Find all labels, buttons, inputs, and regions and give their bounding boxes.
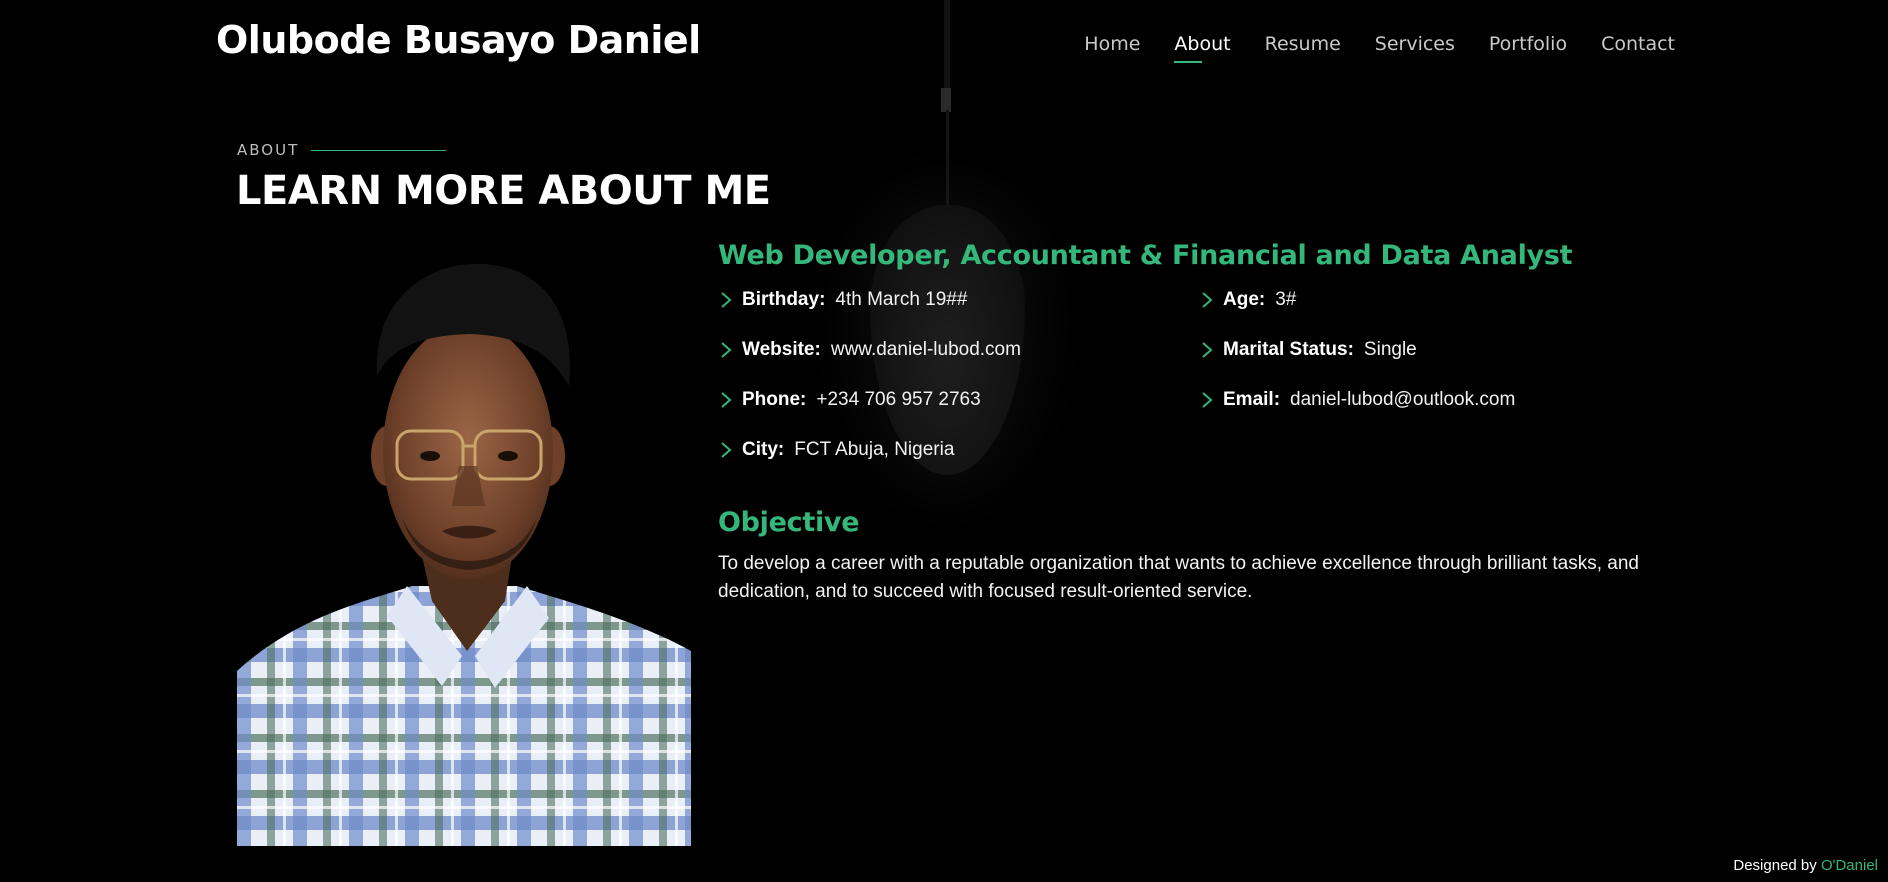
- bulb-cap-decoration: [941, 88, 951, 112]
- section-label: ABOUT: [237, 141, 447, 159]
- about-content: Web Developer, Accountant & Financial an…: [718, 240, 1678, 606]
- info-value: +234 706 957 2763: [816, 389, 981, 410]
- section-label-divider: [311, 149, 447, 151]
- info-label: Birthday:: [742, 289, 826, 310]
- info-value: FCT Abuja, Nigeria: [794, 439, 955, 460]
- chevron-right-icon: [721, 392, 732, 408]
- section-title: LEARN MORE ABOUT ME: [236, 168, 771, 214]
- role-heading: Web Developer, Accountant & Financial an…: [718, 240, 1573, 271]
- profile-photo: [237, 256, 691, 846]
- chevron-right-icon: [721, 342, 732, 358]
- info-label: Age:: [1223, 289, 1266, 310]
- info-label: Marital Status:: [1223, 339, 1354, 360]
- objective-heading: Objective: [718, 507, 860, 538]
- nav-about[interactable]: About: [1174, 33, 1231, 63]
- info-grid: Birthday: 4th March 19## Age: 3# Website…: [718, 287, 1678, 463]
- main-nav: Home About Resume Services Portfolio Con…: [1084, 33, 1675, 63]
- bulb-cord-decoration: [944, 0, 950, 90]
- info-website: Website: www.daniel-lubod.com: [718, 337, 1199, 363]
- objective-text: To develop a career with a reputable org…: [718, 553, 1639, 602]
- info-label: City:: [742, 439, 785, 460]
- site-logo[interactable]: Olubode Busayo Daniel: [216, 18, 701, 62]
- chevron-right-icon: [1202, 292, 1213, 308]
- footer-brand-link[interactable]: O'Daniel: [1821, 857, 1878, 874]
- info-age: Age: 3#: [1199, 287, 1679, 313]
- footer-prefix: Designed by: [1733, 857, 1817, 874]
- info-phone: Phone: +234 706 957 2763: [718, 387, 1199, 413]
- info-email: Email: daniel-lubod@outlook.com: [1199, 387, 1679, 413]
- section-label-text: ABOUT: [237, 141, 300, 159]
- chevron-right-icon: [1202, 342, 1213, 358]
- nav-resume[interactable]: Resume: [1265, 33, 1341, 55]
- info-label: Email:: [1223, 389, 1281, 410]
- nav-contact[interactable]: Contact: [1601, 33, 1675, 55]
- info-label: Website:: [742, 339, 821, 360]
- info-city: City: FCT Abuja, Nigeria: [718, 437, 1199, 463]
- email-link[interactable]: daniel-lubod@outlook.com: [1290, 389, 1515, 411]
- chevron-right-icon: [1202, 392, 1213, 408]
- chevron-right-icon: [721, 442, 732, 458]
- nav-portfolio[interactable]: Portfolio: [1489, 33, 1567, 55]
- info-value: Single: [1363, 339, 1417, 360]
- info-marital-status: Marital Status: Single: [1199, 337, 1679, 363]
- info-label: Phone:: [742, 389, 807, 410]
- nav-home[interactable]: Home: [1084, 33, 1140, 55]
- bulb-wire-decoration: [946, 110, 949, 220]
- page: Olubode Busayo Daniel Home About Resume …: [0, 0, 1888, 882]
- info-birthday: Birthday: 4th March 19##: [718, 287, 1199, 313]
- footer-credit: Designed by O'Daniel: [1733, 857, 1878, 874]
- website-link[interactable]: www.daniel-lubod.com: [831, 339, 1021, 361]
- chevron-right-icon: [721, 292, 732, 308]
- info-value: 4th March 19##: [835, 289, 968, 310]
- info-value: 3#: [1275, 289, 1297, 310]
- nav-services[interactable]: Services: [1375, 33, 1455, 55]
